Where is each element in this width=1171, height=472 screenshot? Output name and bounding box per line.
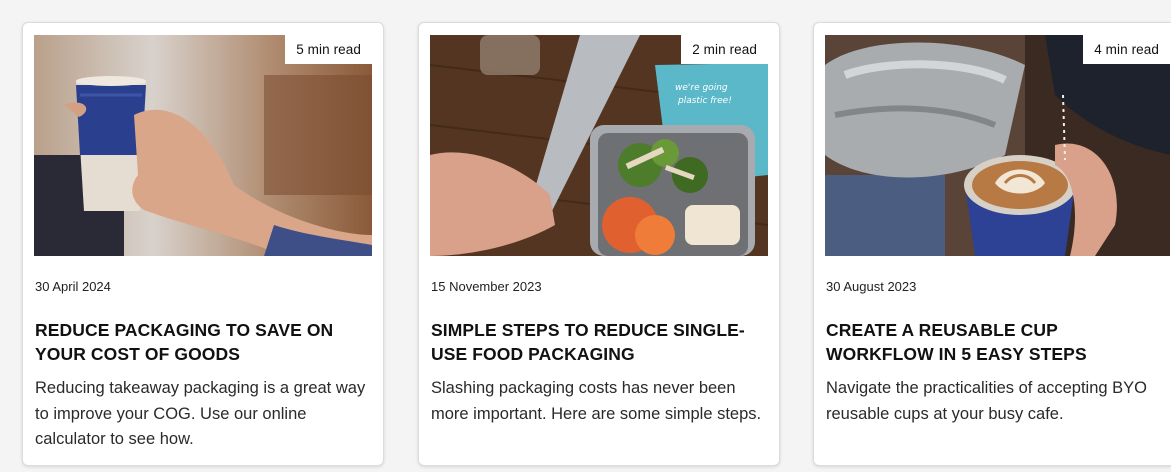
article-card[interactable]: 4 min read 30 August 2023 CREATE A REUSA… [813, 22, 1171, 466]
article-card[interactable]: we're going plastic free! 2 min read 15 … [418, 22, 780, 466]
article-image[interactable]: we're going plastic free! 2 min read [430, 35, 768, 256]
read-time-badge: 5 min read [285, 35, 372, 64]
food-container-photo: we're going plastic free! [430, 35, 768, 256]
article-title[interactable]: SIMPLE STEPS TO REDUCE SINGLE-USE FOOD P… [431, 318, 771, 366]
article-image[interactable]: 4 min read [825, 35, 1170, 256]
article-image[interactable]: 5 min read [34, 35, 372, 256]
read-time-badge: 4 min read [1083, 35, 1170, 64]
article-description: Reducing takeaway packaging is a great w… [35, 379, 366, 448]
article-title[interactable]: REDUCE PACKAGING TO SAVE ON YOUR COST OF… [35, 318, 375, 366]
article-description: Slashing packaging costs has never been … [431, 379, 762, 423]
article-date: 30 August 2023 [826, 279, 917, 294]
flyer-text: plastic free! [677, 96, 732, 106]
flyer-text: we're going [675, 83, 728, 93]
article-date: 15 November 2023 [431, 279, 542, 294]
article-date: 30 April 2024 [35, 279, 111, 294]
article-description: Navigate the practicalities of accepting… [826, 379, 1148, 423]
reusable-cup-photo [34, 35, 372, 256]
article-title[interactable]: CREATE A REUSABLE CUP WORKFLOW IN 5 EASY… [826, 318, 1166, 366]
latte-pour-photo [825, 35, 1170, 256]
read-time-badge: 2 min read [681, 35, 768, 64]
article-grid: 5 min read 30 April 2024 REDUCE PACKAGIN… [0, 0, 1171, 472]
article-card[interactable]: 5 min read 30 April 2024 REDUCE PACKAGIN… [22, 22, 384, 466]
